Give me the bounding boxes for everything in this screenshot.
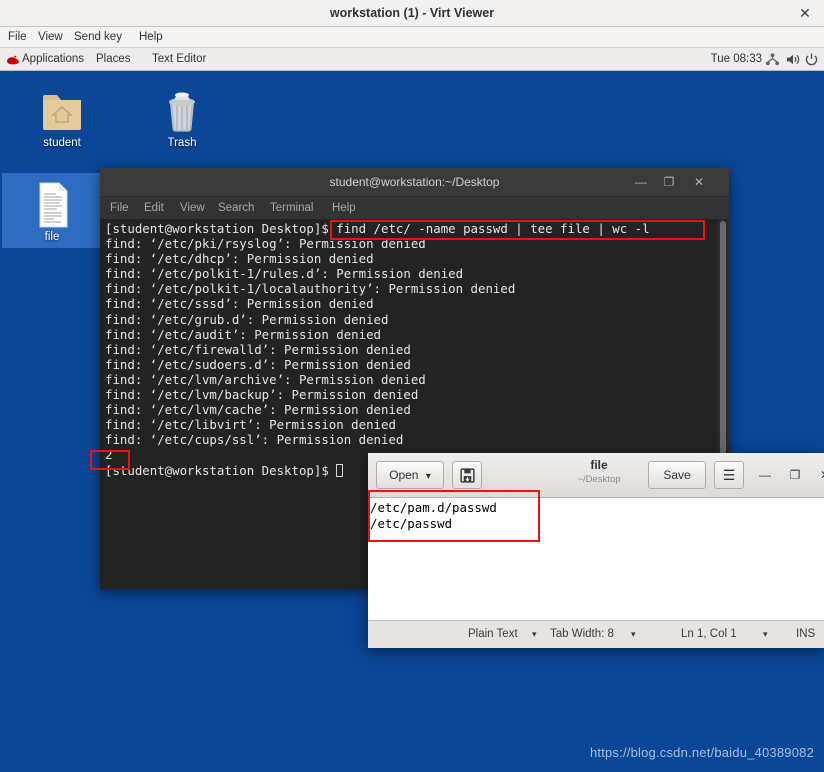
save-as-button[interactable] xyxy=(452,461,482,489)
terminal-text: [student@workstation Desktop]$ find /etc… xyxy=(105,221,650,478)
trash-icon xyxy=(132,85,232,137)
gedit-maximize-icon[interactable]: ❐ xyxy=(782,453,808,498)
open-button[interactable]: Open ▾ xyxy=(376,461,444,489)
position-chevron-down-icon[interactable]: ▾ xyxy=(763,621,768,648)
terminal-menu-edit[interactable]: Edit xyxy=(144,197,164,219)
tab-width-selector[interactable]: Tab Width: 8 xyxy=(550,621,614,648)
power-icon[interactable] xyxy=(804,52,819,67)
terminal-close-icon[interactable]: ✕ xyxy=(687,168,711,197)
panel-clock[interactable]: Tue 08:33 xyxy=(711,48,762,70)
text-file-icon xyxy=(2,179,102,231)
home-folder-icon xyxy=(12,85,112,137)
save-as-icon xyxy=(459,468,475,483)
virt-menu-view[interactable]: View xyxy=(35,27,66,47)
terminal-titlebar: student@workstation:~/Desktop — ❐ ✕ xyxy=(100,168,729,197)
desktop-icon-trash-label: Trash xyxy=(167,137,197,149)
hamburger-menu-button[interactable]: ☰ xyxy=(714,461,744,489)
terminal-menu-terminal[interactable]: Terminal xyxy=(270,197,313,219)
virt-viewer-menubar: File View Send key Help xyxy=(0,27,824,48)
virt-viewer-titlebar: workstation (1) - Virt Viewer ✕ xyxy=(0,0,824,27)
watermark-text: https://blog.csdn.net/baidu_40389082 xyxy=(589,745,814,760)
redhat-logo-icon[interactable] xyxy=(6,54,19,65)
gedit-document-path: ~/Desktop xyxy=(577,474,621,485)
volume-icon[interactable] xyxy=(785,52,800,67)
terminal-menu-view[interactable]: View xyxy=(180,197,205,219)
gnome-top-panel: Applications Places Text Editor Tue 08:3… xyxy=(0,48,824,71)
gedit-statusbar: Plain Text ▾ Tab Width: 8 ▾ Ln 1, Col 1 … xyxy=(368,620,824,648)
cursor-position: Ln 1, Col 1 xyxy=(681,628,737,640)
network-icon[interactable] xyxy=(765,52,780,67)
tab-width-chevron-down-icon[interactable]: ▾ xyxy=(631,621,636,648)
panel-places-menu[interactable]: Places xyxy=(96,48,131,70)
terminal-cursor xyxy=(336,463,344,477)
panel-text-editor-app[interactable]: Text Editor xyxy=(152,48,206,70)
desktop-icon-student-label: student xyxy=(43,137,81,149)
desktop-icon-student[interactable]: student xyxy=(12,79,112,154)
virt-menu-file[interactable]: File xyxy=(5,27,30,47)
gedit-close-icon[interactable]: ✕ xyxy=(812,453,824,498)
virt-menu-help[interactable]: Help xyxy=(136,27,166,47)
desktop-icon-file-label: file xyxy=(44,231,60,243)
language-chevron-down-icon[interactable]: ▾ xyxy=(532,621,537,648)
virt-viewer-title: workstation (1) - Virt Viewer xyxy=(329,6,495,20)
insert-mode-indicator: INS xyxy=(796,628,816,640)
gedit-minimize-icon[interactable]: — xyxy=(752,453,778,498)
virt-viewer-close-icon[interactable]: ✕ xyxy=(794,0,816,26)
language-selector[interactable]: Plain Text xyxy=(468,621,518,648)
open-button-label: Open xyxy=(389,468,419,482)
gedit-text-area[interactable]: /etc/pam.d/passwd /etc/passwd xyxy=(368,498,824,620)
terminal-menu-search[interactable]: Search xyxy=(218,197,254,219)
desktop-icon-trash[interactable]: Trash xyxy=(132,79,232,154)
desktop-icon-file[interactable]: file xyxy=(2,173,102,248)
terminal-menu-file[interactable]: File xyxy=(110,197,129,219)
gedit-window[interactable]: Open ▾ file ~/Desktop Save ☰ — ❐ ✕ /etc/… xyxy=(368,453,824,648)
gedit-headerbar: Open ▾ file ~/Desktop Save ☰ — ❐ ✕ xyxy=(368,453,824,498)
terminal-minimize-icon[interactable]: — xyxy=(629,168,653,197)
terminal-maximize-icon[interactable]: ❐ xyxy=(657,168,681,197)
save-button[interactable]: Save xyxy=(648,461,706,489)
virt-menu-send-key[interactable]: Send key xyxy=(71,27,125,47)
gedit-document-title: file xyxy=(590,458,608,472)
panel-applications-menu[interactable]: Applications xyxy=(22,48,84,70)
terminal-menubar: File Edit View Search Terminal Help xyxy=(100,197,729,219)
terminal-menu-help[interactable]: Help xyxy=(332,197,356,219)
chevron-down-icon: ▾ xyxy=(425,471,431,482)
